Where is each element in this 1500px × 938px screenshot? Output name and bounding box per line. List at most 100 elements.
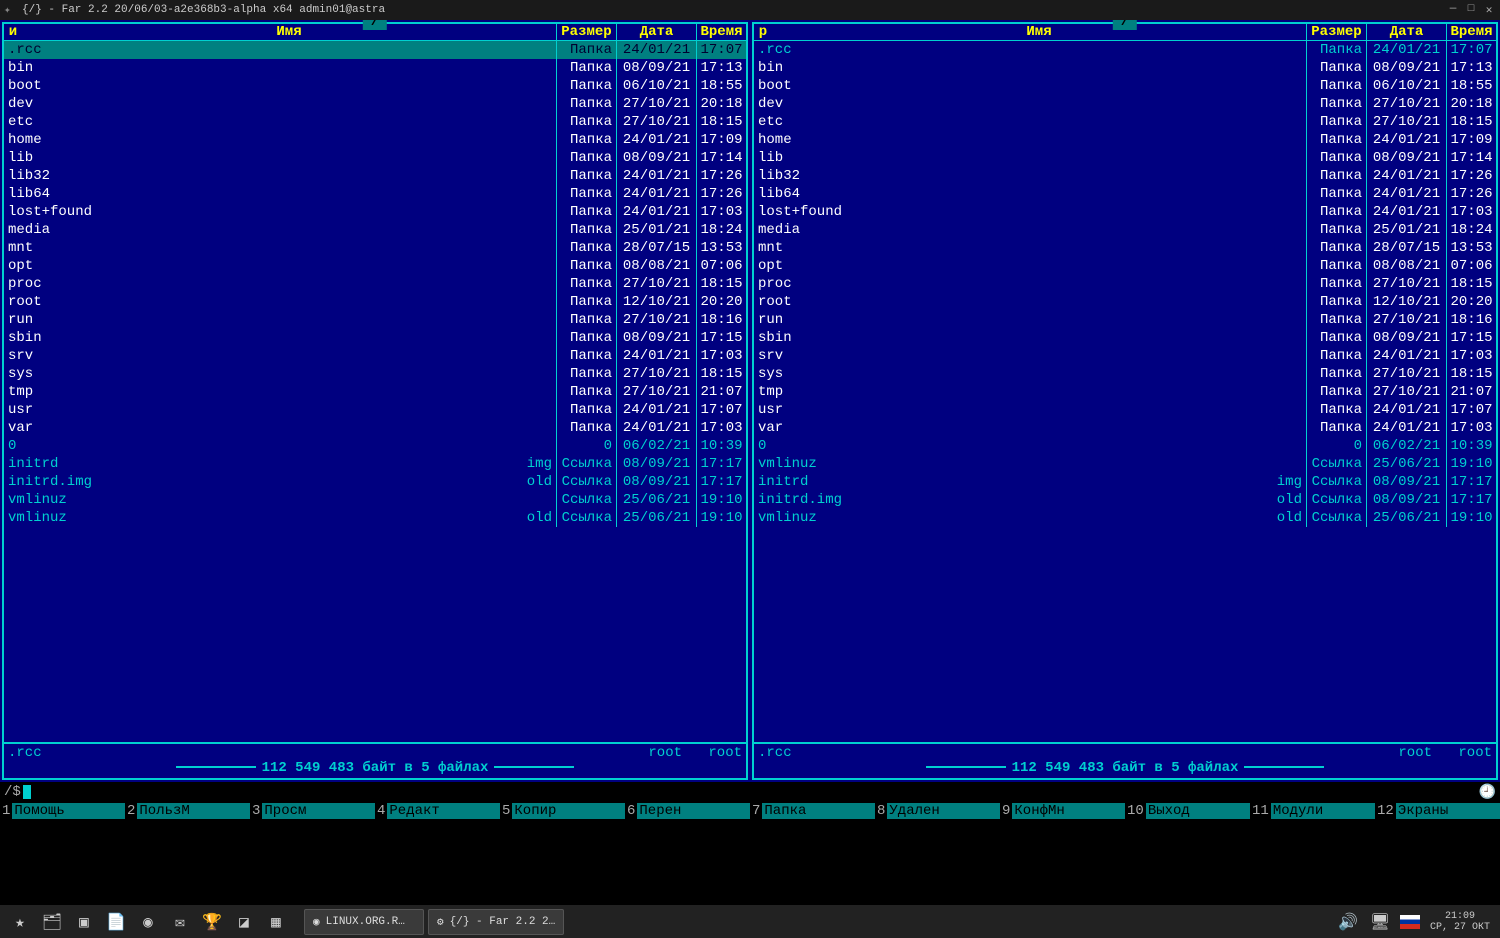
- keyboard-layout-flag[interactable]: [1400, 915, 1420, 929]
- file-row[interactable]: homeПапка24/01/2117:09: [4, 131, 746, 149]
- editor-icon[interactable]: 📄: [104, 910, 128, 934]
- file-row[interactable]: .rccПапка24/01/2117:07: [4, 41, 746, 59]
- col-size-header[interactable]: Размер: [1306, 24, 1366, 40]
- file-row[interactable]: mntПапка28/07/1513:53: [754, 239, 1496, 257]
- fkey-9[interactable]: 9КонфМн: [1000, 802, 1125, 820]
- volume-icon[interactable]: 🔊: [1336, 910, 1360, 934]
- file-row[interactable]: rootПапка12/10/2120:20: [4, 293, 746, 311]
- file-row[interactable]: libПапка08/09/2117:14: [754, 149, 1496, 167]
- file-row[interactable]: procПапка27/10/2118:15: [754, 275, 1496, 293]
- file-row[interactable]: bootПапка06/10/2118:55: [754, 77, 1496, 95]
- file-row[interactable]: usrПапка24/01/2117:07: [4, 401, 746, 419]
- file-row[interactable]: initrd.imgoldСсылка08/09/2117:17: [4, 473, 746, 491]
- col-size-header[interactable]: Размер: [556, 24, 616, 40]
- fkey-6[interactable]: 6Перен: [625, 802, 750, 820]
- file-row[interactable]: runПапка27/10/2118:16: [754, 311, 1496, 329]
- task-far[interactable]: ⚙ {/} - Far 2.2 2…: [428, 909, 564, 935]
- file-row[interactable]: sysПапка27/10/2118:15: [754, 365, 1496, 383]
- file-row[interactable]: varПапка24/01/2117:03: [754, 419, 1496, 437]
- file-row[interactable]: varПапка24/01/2117:03: [4, 419, 746, 437]
- file-row[interactable]: 0006/02/2110:39: [754, 437, 1496, 455]
- file-row[interactable]: initrd.imgoldСсылка08/09/2117:17: [754, 491, 1496, 509]
- file-row[interactable]: bootПапка06/10/2118:55: [4, 77, 746, 95]
- mail-icon[interactable]: ✉: [168, 910, 192, 934]
- file-row[interactable]: 0006/02/2110:39: [4, 437, 746, 455]
- file-row[interactable]: runПапка27/10/2118:16: [4, 311, 746, 329]
- file-row[interactable]: mntПапка28/07/1513:53: [4, 239, 746, 257]
- file-row[interactable]: devПапка27/10/2120:18: [754, 95, 1496, 113]
- file-row[interactable]: lost+foundПапка24/01/2117:03: [4, 203, 746, 221]
- file-row[interactable]: lib64Папка24/01/2117:26: [4, 185, 746, 203]
- file-row[interactable]: .rccПапка24/01/2117:07: [754, 41, 1496, 59]
- file-row[interactable]: binПапка08/09/2117:13: [4, 59, 746, 77]
- fkey-1[interactable]: 1Помощь: [0, 802, 125, 820]
- file-row[interactable]: optПапка08/08/2107:06: [4, 257, 746, 275]
- fkey-7[interactable]: 7Папка: [750, 802, 875, 820]
- tray-clock[interactable]: 21:09 СР, 27 ОКТ: [1430, 911, 1490, 933]
- col-name-header[interactable]: Имя: [772, 24, 1306, 40]
- fkey-11[interactable]: 11Модули: [1250, 802, 1375, 820]
- monitor-icon[interactable]: ▦: [264, 910, 288, 934]
- file-row[interactable]: vmlinuzoldСсылка25/06/2119:10: [4, 509, 746, 527]
- file-row[interactable]: srvПапка24/01/2117:03: [754, 347, 1496, 365]
- file-row[interactable]: lib32Папка24/01/2117:26: [754, 167, 1496, 185]
- left-panel-body[interactable]: .rccПапка24/01/2117:07binПапка08/09/2117…: [4, 41, 746, 742]
- file-row[interactable]: srvПапка24/01/2117:03: [4, 347, 746, 365]
- file-row[interactable]: lost+foundПапка24/01/2117:03: [754, 203, 1496, 221]
- right-panel-path[interactable]: /: [1113, 20, 1137, 30]
- trophy-icon[interactable]: 🏆: [200, 910, 224, 934]
- network-icon[interactable]: 🖥: [1368, 910, 1392, 934]
- fkey-4[interactable]: 4Редакт: [375, 802, 500, 820]
- file-row[interactable]: sysПапка27/10/2118:15: [4, 365, 746, 383]
- fkey-2[interactable]: 2ПользМ: [125, 802, 250, 820]
- sort-indicator[interactable]: р: [754, 24, 772, 40]
- file-row[interactable]: vmlinuzСсылка25/06/2119:10: [4, 491, 746, 509]
- fkey-10[interactable]: 10Выход: [1125, 802, 1250, 820]
- col-time-header[interactable]: Время: [696, 24, 746, 40]
- fkey-3[interactable]: 3Просм: [250, 802, 375, 820]
- file-row[interactable]: etcПапка27/10/2118:15: [4, 113, 746, 131]
- dosbox-icon[interactable]: ◪: [232, 910, 256, 934]
- maximize-button[interactable]: □: [1464, 3, 1478, 17]
- file-row[interactable]: mediaПапка25/01/2118:24: [754, 221, 1496, 239]
- file-row[interactable]: vmlinuzСсылка25/06/2119:10: [754, 455, 1496, 473]
- file-row[interactable]: initrdimgСсылка08/09/2117:17: [4, 455, 746, 473]
- fkey-5[interactable]: 5Копир: [500, 802, 625, 820]
- file-row[interactable]: lib32Папка24/01/2117:26: [4, 167, 746, 185]
- file-row[interactable]: etcПапка27/10/2118:15: [754, 113, 1496, 131]
- terminal-icon[interactable]: ▣: [72, 910, 96, 934]
- left-panel[interactable]: / и Имя Размер Дата Время .rccПапка24/01…: [2, 22, 748, 780]
- task-browser[interactable]: ◉ LINUX.ORG.R…: [304, 909, 424, 935]
- file-row[interactable]: tmpПапка27/10/2121:07: [4, 383, 746, 401]
- file-row[interactable]: tmpПапка27/10/2121:07: [754, 383, 1496, 401]
- chrome-icon[interactable]: ◉: [136, 910, 160, 934]
- file-row[interactable]: lib64Папка24/01/2117:26: [754, 185, 1496, 203]
- file-row[interactable]: homeПапка24/01/2117:09: [754, 131, 1496, 149]
- file-row[interactable]: sbinПапка08/09/2117:15: [4, 329, 746, 347]
- fkey-8[interactable]: 8Удален: [875, 802, 1000, 820]
- file-row[interactable]: vmlinuzoldСсылка25/06/2119:10: [754, 509, 1496, 527]
- fkey-12[interactable]: 12Экраны: [1375, 802, 1500, 820]
- file-row[interactable]: libПапка08/09/2117:14: [4, 149, 746, 167]
- file-row[interactable]: procПапка27/10/2118:15: [4, 275, 746, 293]
- file-row[interactable]: devПапка27/10/2120:18: [4, 95, 746, 113]
- file-row[interactable]: binПапка08/09/2117:13: [754, 59, 1496, 77]
- col-date-header[interactable]: Дата: [1366, 24, 1446, 40]
- file-row[interactable]: rootПапка12/10/2120:20: [754, 293, 1496, 311]
- file-manager-icon[interactable]: 🗂: [40, 910, 64, 934]
- command-line[interactable]: /$ 🕘: [0, 782, 1500, 802]
- close-button[interactable]: ✕: [1482, 3, 1496, 17]
- file-row[interactable]: initrdimgСсылка08/09/2117:17: [754, 473, 1496, 491]
- file-row[interactable]: mediaПапка25/01/2118:24: [4, 221, 746, 239]
- minimize-button[interactable]: —: [1446, 3, 1460, 17]
- right-panel[interactable]: / р Имя Размер Дата Время .rccПапка24/01…: [752, 22, 1498, 780]
- left-panel-path[interactable]: /: [363, 20, 387, 30]
- start-menu-button[interactable]: ★: [8, 910, 32, 934]
- sort-indicator[interactable]: и: [4, 24, 22, 40]
- col-time-header[interactable]: Время: [1446, 24, 1496, 40]
- file-row[interactable]: optПапка08/08/2107:06: [754, 257, 1496, 275]
- right-panel-body[interactable]: .rccПапка24/01/2117:07binПапка08/09/2117…: [754, 41, 1496, 742]
- col-date-header[interactable]: Дата: [616, 24, 696, 40]
- file-row[interactable]: sbinПапка08/09/2117:15: [754, 329, 1496, 347]
- file-row[interactable]: usrПапка24/01/2117:07: [754, 401, 1496, 419]
